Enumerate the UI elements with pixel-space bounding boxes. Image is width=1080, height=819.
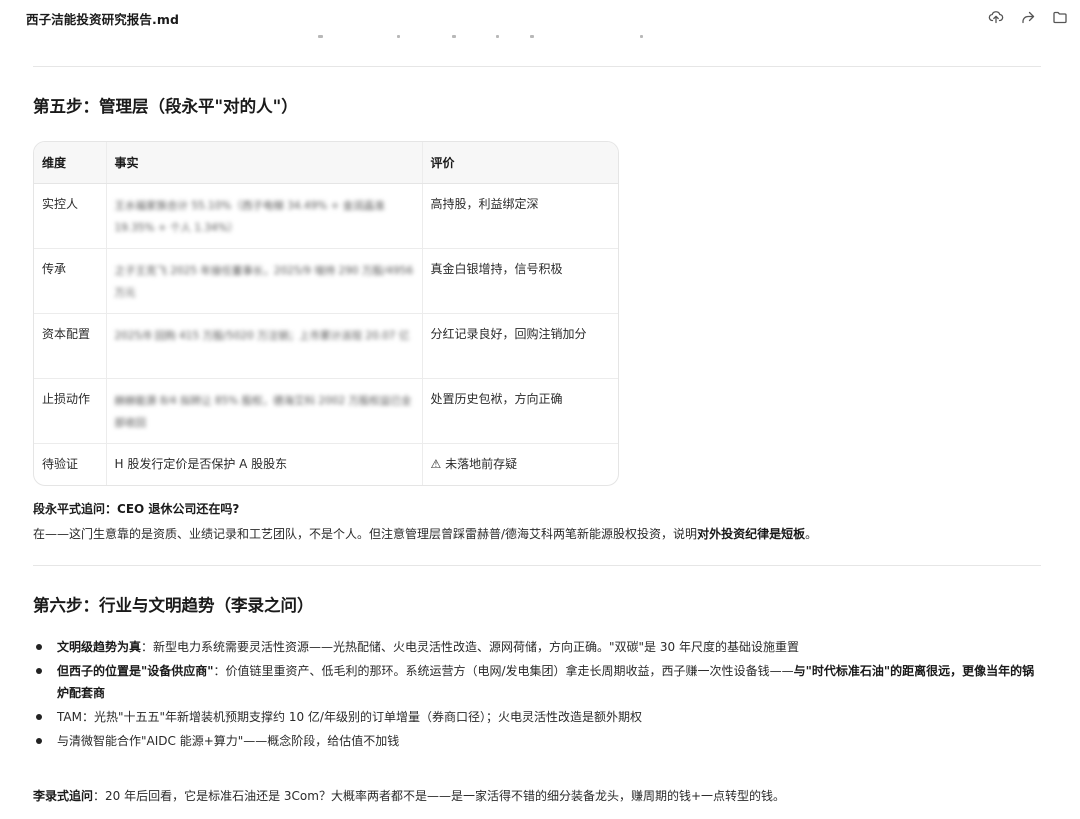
table-cell-dimension: 止损动作 — [34, 378, 107, 444]
answer-text: 在——这门生意靠的是资质、业绩记录和工艺团队，不是个人。但注意管理层曾踩雷赫普/… — [33, 527, 698, 541]
followup-answer: 在——这门生意靠的是资质、业绩记录和工艺团队，不是个人。但注意管理层曾踩雷赫普/… — [33, 525, 817, 542]
table-cell-evaluation: 高持股，利益绑定深 — [422, 183, 618, 249]
table-cell-fact: H 股发行定价是否保护 A 股股东 — [106, 443, 423, 485]
section-heading-step6: 第六步：行业与文明趋势（李录之问） — [33, 596, 314, 615]
bullet-text: TAM：光热"十五五"年新增装机预期支撑约 10 亿/年级别的订单增量（券商口径… — [57, 710, 642, 724]
bullet-text: 与清微智能合作"AIDC 能源+算力"——概念阶段，给估值不加钱 — [57, 734, 400, 748]
blurred-fact: 之子王克飞 2025 年接任董事长，2025/9 增持 290 万股/4956 … — [114, 264, 414, 299]
blurred-fact: 赫赫能源 8/4 拟转让 85% 股权，德海艾科 2002 万股权益已全部收回 — [114, 394, 412, 429]
table-header: 评价 — [422, 142, 618, 184]
table-row: 传承 之子王克飞 2025 年接任董事长，2025/9 增持 290 万股/49… — [34, 248, 618, 314]
clipped-text-remnant — [200, 35, 680, 39]
divider — [33, 66, 1041, 67]
table-cell-dimension: 待验证 — [34, 443, 107, 485]
table-cell-dimension: 资本配置 — [34, 313, 107, 379]
table-header: 事实 — [106, 142, 423, 184]
answer-emphasis: 对外投资纪律是短板 — [697, 527, 806, 541]
divider — [33, 565, 1041, 566]
folder-icon[interactable] — [1050, 7, 1070, 27]
share-icon[interactable] — [1018, 7, 1038, 27]
table-cell-fact: 赫赫能源 8/4 拟转让 85% 股权，德海艾科 2002 万股权益已全部收回 — [106, 378, 423, 444]
table-cell-dimension: 实控人 — [34, 183, 107, 249]
list-item: 但西子的位置是"设备供应商"：价值链里重资产、低毛利的那环。系统运营方（电网/发… — [33, 660, 1045, 704]
followup-text: ：20 年后回看，它是标准石油还是 3Com？大概率两者都不是——是一家活得不错… — [93, 789, 786, 803]
management-table: 维度 事实 评价 实控人 王水福家族合计 55.10%（西子电梯 34.49% … — [33, 141, 619, 486]
followup-label: 李录式追问 — [33, 789, 94, 803]
blurred-fact: 2025/8 回购 415 万股/5020 万注销；上市累计派现 20.07 亿 — [114, 329, 410, 342]
table-row: 止损动作 赫赫能源 8/4 拟转让 85% 股权，德海艾科 2002 万股权益已… — [34, 378, 618, 444]
followup-question-duan: 段永平式追问：CEO 退休公司还在吗? — [33, 500, 239, 517]
table-cell-dimension: 传承 — [34, 248, 107, 314]
followup-question: CEO 退休公司还在吗? — [117, 502, 240, 516]
table-cell-fact: 王水福家族合计 55.10%（西子电梯 34.49% + 金润晶准 19.35%… — [106, 183, 423, 249]
table-row: 待验证 H 股发行定价是否保护 A 股股东 ⚠ 未落地前存疑 — [34, 443, 618, 485]
table-row: 实控人 王水福家族合计 55.10%（西子电梯 34.49% + 金润晶准 19… — [34, 183, 618, 249]
bullet-bold: 文明级趋势为真 — [57, 640, 142, 654]
table-row: 资本配置 2025/8 回购 415 万股/5020 万注销；上市累计派现 20… — [34, 313, 618, 379]
table-cell-evaluation: 处置历史包袱，方向正确 — [422, 378, 618, 444]
title-bar: 西子洁能投资研究报告.md — [0, 0, 1080, 34]
list-item: 与清微智能合作"AIDC 能源+算力"——概念阶段，给估值不加钱 — [33, 730, 1045, 752]
bullet-text: ：价值链里重资产、低毛利的那环。系统运营方（电网/发电集团）拿走长周期收益，西子… — [213, 664, 794, 678]
followup-question-li: 李录式追问：20 年后回看，它是标准石油还是 3Com？大概率两者都不是——是一… — [33, 787, 785, 804]
table-header: 维度 — [34, 142, 107, 184]
list-item: 文明级趋势为真：新型电力系统需要灵活性资源——光热配储、火电灵活性改造、源网荷储… — [33, 636, 1045, 658]
bullet-text: ：新型电力系统需要灵活性资源——光热配储、火电灵活性改造、源网荷储，方向正确。"… — [141, 640, 799, 654]
followup-label: 段永平式追问： — [33, 502, 118, 516]
list-item: TAM：光热"十五五"年新增装机预期支撑约 10 亿/年级别的订单增量（券商口径… — [33, 706, 1045, 728]
answer-end: 。 — [805, 527, 818, 541]
bullet-bold: 但西子的位置是"设备供应商" — [57, 664, 214, 678]
blurred-fact: 王水福家族合计 55.10%（西子电梯 34.49% + 金润晶准 19.35%… — [114, 199, 385, 234]
document-title: 西子洁能投资研究报告.md — [26, 12, 180, 27]
table-cell-evaluation: ⚠ 未落地前存疑 — [430, 456, 518, 471]
table-cell-fact: 之子王克飞 2025 年接任董事长，2025/9 增持 290 万股/4956 … — [106, 248, 423, 314]
title-actions — [986, 7, 1070, 27]
table-cell-evaluation: 真金白银增持，信号积极 — [422, 248, 618, 314]
table-cell-fact: 2025/8 回购 415 万股/5020 万注销；上市累计派现 20.07 亿 — [106, 313, 423, 379]
upload-icon[interactable] — [986, 7, 1006, 27]
trend-bullet-list: 文明级趋势为真：新型电力系统需要灵活性资源——光热配储、火电灵活性改造、源网荷储… — [33, 636, 1045, 754]
table-cell-evaluation: 分红记录良好，回购注销加分 — [422, 313, 618, 379]
section-heading-step5: 第五步：管理层（段永平"对的人"） — [33, 97, 298, 116]
